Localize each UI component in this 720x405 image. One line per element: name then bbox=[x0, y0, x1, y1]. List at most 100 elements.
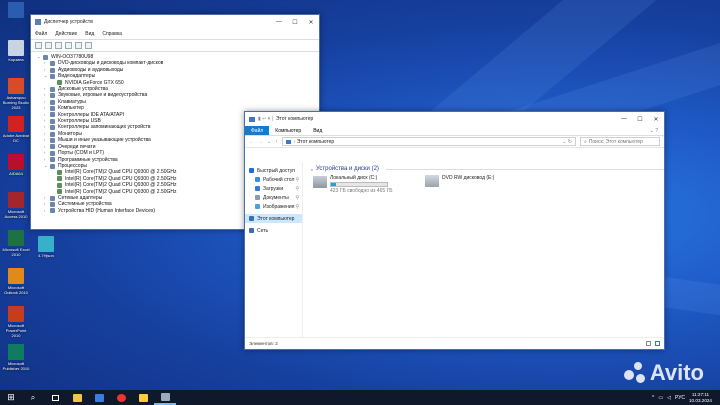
device-manager-titlebar[interactable]: Диспетчер устройств — ☐ ✕ bbox=[31, 15, 319, 29]
tab-computer[interactable]: Компьютер bbox=[269, 126, 307, 135]
device-icon bbox=[50, 202, 55, 208]
pin-icon[interactable]: ⚲ bbox=[295, 195, 299, 201]
network-icon[interactable]: ▭ bbox=[658, 395, 663, 401]
avito-logo-icon bbox=[623, 362, 646, 384]
drive-c[interactable]: Локальный диск (C:) 423 ГБ свободно из 4… bbox=[313, 175, 413, 194]
desktop-icon[interactable]: Adobe Acrobat DC bbox=[2, 116, 30, 143]
minimize-button[interactable]: — bbox=[616, 116, 632, 122]
desktop-icon[interactable] bbox=[2, 2, 30, 19]
forward-icon[interactable]: → bbox=[258, 139, 263, 145]
desktop-icon[interactable]: Microsoft Publisher 2010 bbox=[2, 344, 30, 371]
device-icon bbox=[50, 112, 55, 118]
chevron-up-icon[interactable]: ^ bbox=[652, 395, 654, 401]
taskbar-yandex[interactable] bbox=[110, 390, 132, 405]
device-icon bbox=[57, 182, 62, 188]
maximize-button[interactable]: ☐ bbox=[287, 19, 303, 26]
refresh-icon[interactable]: ⌄ ↻ bbox=[562, 139, 572, 145]
nav-downloads[interactable]: Загрузки ⚲ bbox=[245, 184, 302, 193]
powerpoint-icon bbox=[8, 306, 24, 322]
tiles-view-icon[interactable] bbox=[655, 341, 660, 346]
task-view-button[interactable] bbox=[44, 390, 66, 405]
menu-action[interactable]: Действие bbox=[55, 31, 77, 37]
pin-icon[interactable]: ⚲ bbox=[295, 177, 299, 183]
ribbon-expand-icon[interactable]: ⌄ ? bbox=[644, 126, 664, 135]
desktop-icon[interactable]: Microsoft Outlook 2010 bbox=[2, 268, 30, 295]
acrobat-icon bbox=[8, 116, 24, 132]
pin-icon[interactable]: ⚲ bbox=[295, 186, 299, 192]
extra-desktop-icon[interactable]: 4.7Hjson bbox=[32, 236, 60, 258]
menu-file[interactable]: Файл bbox=[35, 31, 47, 37]
folder-icon bbox=[72, 393, 82, 402]
desktop-icon[interactable]: AIDA64 bbox=[2, 154, 30, 176]
downloads-icon bbox=[255, 186, 260, 191]
computer-icon bbox=[285, 139, 291, 144]
taskbar-explorer[interactable] bbox=[66, 390, 88, 405]
device-icon bbox=[50, 105, 55, 111]
properties-icon[interactable] bbox=[55, 42, 62, 49]
pin-icon[interactable]: ⚲ bbox=[295, 204, 299, 210]
navigation-pane: Быстрый доступ Рабочий стол ⚲ Загрузки ⚲ Доку… bbox=[245, 162, 303, 337]
outlook-icon bbox=[8, 268, 24, 284]
nav-pictures[interactable]: Изображения ⚲ bbox=[245, 202, 302, 211]
this-pc-icon bbox=[249, 216, 254, 221]
drive-e[interactable]: DVD RW дисковод (E:) bbox=[425, 175, 494, 194]
up-icon[interactable]: ↑ bbox=[275, 139, 278, 145]
section-header[interactable]: v Устройства и диски (2) bbox=[311, 166, 664, 172]
device-icon bbox=[50, 99, 55, 105]
explorer-window: ▮ ↩ ▾ | Этот компьютер — ☐ ✕ Файл Компью… bbox=[244, 111, 665, 350]
desktop-icon[interactable]: Microsoft PowerPoint 2010 bbox=[2, 306, 30, 338]
desktop-icon[interactable]: Microsoft Excel 2010 bbox=[2, 230, 30, 257]
device-icon bbox=[50, 93, 55, 99]
status-bar: Элементов: 2 bbox=[245, 337, 664, 349]
menu-view[interactable]: Вид bbox=[85, 31, 94, 37]
desktop-icon[interactable]: Microsoft Access 2010 bbox=[2, 192, 30, 219]
scan-hardware-icon[interactable] bbox=[75, 42, 82, 49]
taskbar-device-manager[interactable] bbox=[154, 390, 176, 405]
nav-this-pc[interactable]: Этот компьютер bbox=[245, 214, 302, 223]
menu-help[interactable]: Справка bbox=[102, 31, 122, 37]
device-icon bbox=[50, 67, 55, 73]
monitor-icon[interactable] bbox=[85, 42, 92, 49]
desktop-icon[interactable]: Ashampoo Burning Studio 2025 bbox=[2, 78, 30, 110]
close-button[interactable]: ✕ bbox=[648, 116, 664, 123]
address-bar[interactable]: › Этот компьютер ⌄ ↻ bbox=[281, 137, 576, 146]
device-icon bbox=[50, 137, 55, 143]
device-manager-toolbar bbox=[31, 40, 319, 52]
word-icon bbox=[8, 2, 24, 18]
close-button[interactable]: ✕ bbox=[303, 19, 319, 26]
drive-c-usage-bar bbox=[330, 182, 388, 187]
forward-icon[interactable] bbox=[45, 42, 52, 49]
tab-file[interactable]: Файл bbox=[245, 126, 270, 135]
device-icon bbox=[57, 176, 62, 182]
minimize-button[interactable]: — bbox=[271, 19, 287, 25]
start-button[interactable]: ⊞ bbox=[0, 390, 22, 405]
clock[interactable]: 11:27:11 10.03.2024 bbox=[689, 392, 712, 403]
nav-documents[interactable]: Документы ⚲ bbox=[245, 193, 302, 202]
hard-drive-icon bbox=[313, 176, 327, 188]
device-icon bbox=[57, 80, 62, 86]
address-bar-row: ← → ⌄ ↑ › Этот компьютер ⌄ ↻ ⌕ Поиск: Эт… bbox=[245, 136, 664, 148]
search-icon: ⌕ bbox=[30, 392, 36, 402]
help-icon[interactable] bbox=[65, 42, 72, 49]
nav-quick-access[interactable]: Быстрый доступ bbox=[245, 166, 302, 175]
taskbar-yandex-browser[interactable] bbox=[132, 390, 154, 405]
tab-view[interactable]: Вид bbox=[307, 126, 328, 135]
back-icon[interactable]: ← bbox=[249, 139, 254, 145]
device-icon bbox=[50, 195, 55, 201]
search-button[interactable]: ⌕ bbox=[22, 390, 44, 405]
maximize-button[interactable]: ☐ bbox=[632, 116, 648, 123]
system-tray: ^ ▭ ◁ РУС bbox=[652, 395, 685, 401]
volume-icon[interactable]: ◁ bbox=[667, 395, 671, 401]
taskbar-store[interactable] bbox=[88, 390, 110, 405]
nav-desktop[interactable]: Рабочий стол ⚲ bbox=[245, 175, 302, 184]
recent-icon[interactable]: ⌄ bbox=[267, 139, 271, 145]
yandex-icon bbox=[116, 393, 126, 402]
language-indicator[interactable]: РУС bbox=[675, 395, 685, 401]
desktop-icon[interactable]: Корзина bbox=[2, 40, 30, 62]
nav-network[interactable]: Сеть bbox=[245, 226, 302, 235]
device-icon bbox=[57, 170, 62, 176]
explorer-titlebar[interactable]: ▮ ↩ ▾ | Этот компьютер — ☐ ✕ bbox=[245, 112, 664, 126]
back-icon[interactable] bbox=[35, 42, 42, 49]
search-input[interactable]: ⌕ Поиск: Этот компьютер bbox=[580, 137, 660, 146]
details-view-icon[interactable] bbox=[646, 341, 651, 346]
